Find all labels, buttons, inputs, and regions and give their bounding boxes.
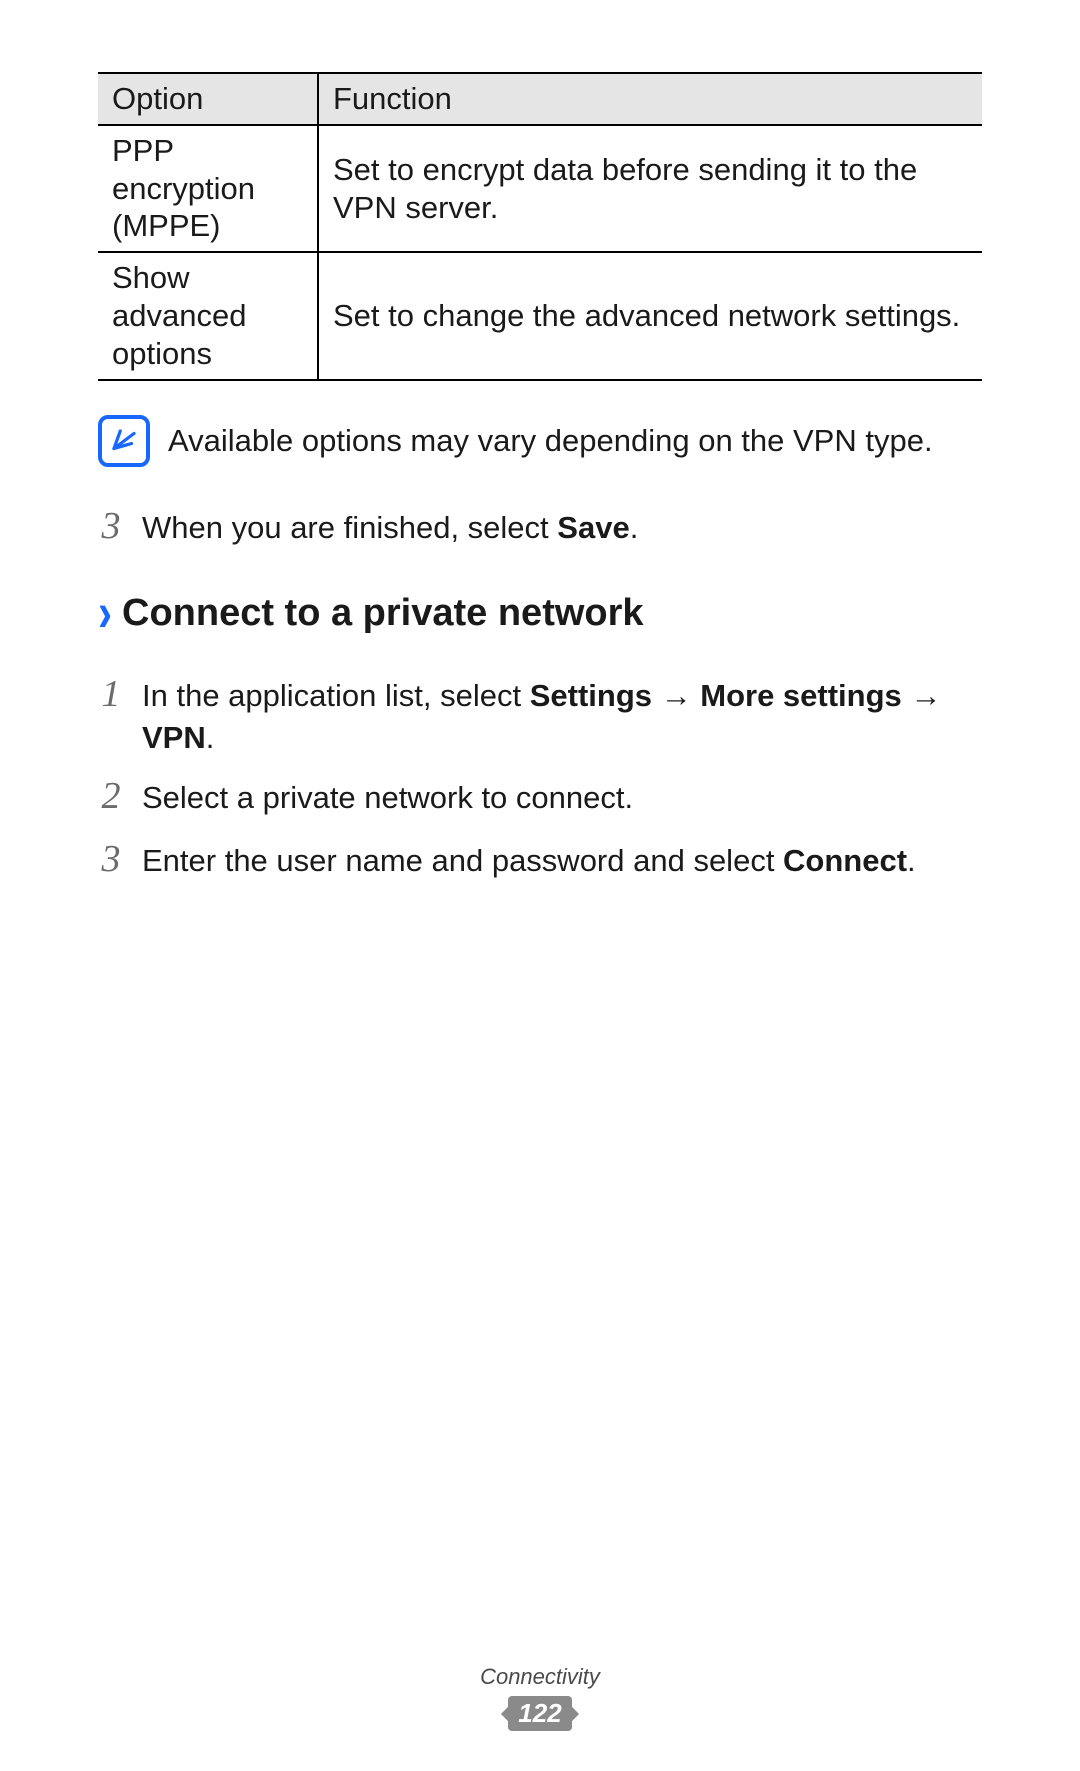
text-bold: Connect [783,843,907,878]
step-item: 1 In the application list, select Setting… [98,669,982,759]
cell-option: PPP encryption (MPPE) [98,125,318,252]
text-fragment: . [206,720,215,755]
text-fragment: . [907,843,916,878]
step-item: 3 When you are finished, select Save. [98,501,982,552]
page-number-badge: 122 [508,1696,571,1731]
text-bold: Settings [530,678,652,713]
note-icon [98,415,150,467]
step-text: When you are finished, select Save. [142,507,638,549]
note-callout: Available options may vary depending on … [98,415,982,467]
cell-function: Set to encrypt data before sending it to… [318,125,982,252]
step-text: Enter the user name and password and sel… [142,840,916,882]
header-function: Function [318,73,982,125]
text-fragment: Select a private network to connect. [142,780,633,815]
cell-option: Show advanced options [98,252,318,379]
step-number: 3 [98,834,124,885]
options-table: Option Function PPP encryption (MPPE) Se… [98,72,982,381]
step-number: 1 [98,669,124,720]
table-header-row: Option Function [98,73,982,125]
step-number: 2 [98,771,124,822]
chevron-right-icon: › [98,586,112,641]
text-fragment: In the application list, select [142,678,530,713]
step-number: 3 [98,501,124,552]
text-fragment: Enter the user name and password and sel… [142,843,783,878]
page-footer: Connectivity 122 [0,1664,1080,1731]
text-bold: VPN [142,720,206,755]
prev-step-list: 3 When you are finished, select Save. [98,501,982,552]
document-page: Option Function PPP encryption (MPPE) Se… [0,0,1080,885]
section-heading: › Connect to a private network [98,592,982,635]
text-fragment: When you are finished, select [142,510,557,545]
table-row: Show advanced options Set to change the … [98,252,982,379]
table-row: PPP encryption (MPPE) Set to encrypt dat… [98,125,982,252]
header-option: Option [98,73,318,125]
text-bold: More settings [700,678,902,713]
section-title: Connect to a private network [122,592,644,635]
step-text: In the application list, select Settings… [142,675,982,759]
text-fragment: → [652,678,700,713]
cell-function: Set to change the advanced network setti… [318,252,982,379]
step-list: 1 In the application list, select Setting… [98,669,982,885]
text-fragment: → [902,678,942,713]
note-text: Available options may vary depending on … [168,423,933,459]
footer-section-label: Connectivity [0,1664,1080,1690]
step-item: 3 Enter the user name and password and se… [98,834,982,885]
step-text: Select a private network to connect. [142,777,633,819]
text-fragment: . [630,510,639,545]
step-item: 2 Select a private network to connect. [98,771,982,822]
text-bold: Save [557,510,629,545]
